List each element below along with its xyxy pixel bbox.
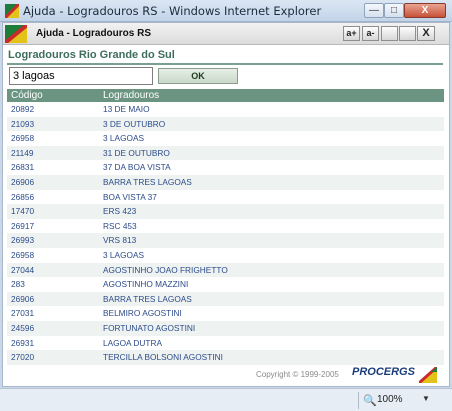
ok-button[interactable]: OK [158,68,238,84]
app-title: Ajuda - Logradouros RS [36,28,151,39]
results-table: Código Logradouros 20892 13 DE MAIO 21093 3… [7,89,444,365]
blank-button[interactable] [399,26,416,41]
codigo-cell: 283 [11,279,25,290]
table-row[interactable]: 26931 LAGOA DUTRA [7,336,444,351]
codigo-cell: 26856 [11,191,35,202]
chevron-down-icon[interactable]: ▼ [422,394,430,403]
logradouro-cell: BOA VISTA 37 [103,191,157,202]
logradouro-cell: 13 DE MAIO [103,104,150,114]
table-row[interactable]: 26917 RSC 453 [7,219,444,234]
font-decrease-button[interactable]: a- [362,26,379,41]
table-row[interactable]: 26993 VRS 813 [7,233,444,248]
table-row[interactable]: 26958 3 LAGOAS [7,248,444,263]
logradouro-cell: AGOSTINHO MAZZINI [103,279,189,290]
codigo-cell: 20892 [11,104,35,114]
minimize-button[interactable]: — [364,3,384,18]
table-body: 20892 13 DE MAIO 21093 3 DE OUTUBRO 26958 3 L… [7,102,444,365]
table-row[interactable]: 27031 BELMIRO AGOSTINI [7,306,444,321]
table-row[interactable]: 26958 3 LAGOAS [7,131,444,146]
copyright-text: Copyright © 1999-2005 [256,370,339,379]
codigo-cell: 26917 [11,220,35,231]
zoom-level[interactable]: 100% [377,394,403,405]
window-title: Ajuda - Logradouros RS - Windows Interne… [23,4,322,18]
logradouro-cell: 3 LAGOAS [103,249,145,260]
codigo-cell: 26906 [11,176,35,187]
procergs-logo: PROCERGS [352,366,415,378]
logradouro-cell: AGOSTINHO JOAO FRIGHETTO [103,264,228,275]
column-header-logradouros: Logradouros [103,90,160,101]
codigo-cell: 21093 [11,118,35,129]
codigo-cell: 26906 [11,293,35,304]
logradouro-cell: BELMIRO AGOSTINI [103,308,182,319]
table-row[interactable]: 26856 BOA VISTA 37 [7,190,444,205]
codigo-cell: 24596 [11,322,35,333]
app-header: Ajuda - Logradouros RS a+ a- X [3,23,449,45]
title-divider [7,63,443,65]
window-close-button[interactable]: X [404,3,446,18]
codigo-cell: 26958 [11,133,35,144]
logradouro-cell: 3 DE OUTUBRO [103,118,166,129]
search-input[interactable] [9,67,153,85]
maximize-button[interactable]: □ [384,3,404,18]
codigo-cell: 26831 [11,162,35,173]
table-row[interactable]: 24596 FORTUNATO AGOSTINI [7,320,444,336]
table-row[interactable]: 26906 BARRA TRES LAGOAS [7,291,444,307]
logradouro-cell: BARRA TRES LAGOAS [103,293,192,304]
page-title: Logradouros Rio Grande do Sul [8,49,175,61]
app-flag-icon [5,4,19,18]
table-row[interactable]: 17470 ERS 423 [7,204,444,219]
codigo-cell: 21149 [11,147,34,158]
table-row[interactable]: 27044 AGOSTINHO JOAO FRIGHETTO [7,262,444,278]
logradouro-cell: 31 DE OUTUBRO [103,147,170,158]
window-titlebar: Ajuda - Logradouros RS - Windows Interne… [0,0,452,22]
blank-button[interactable] [381,26,398,41]
logradouro-cell: 37 DA BOA VISTA [103,162,171,173]
table-row[interactable]: 26906 BARRA TRES LAGOAS [7,174,444,190]
codigo-cell: 26958 [11,249,35,260]
table-header: Código Logradouros [7,89,444,102]
logradouro-cell: BARRA TRES LAGOAS [103,176,192,187]
table-row[interactable]: 21149 31 DE OUTUBRO [7,145,444,161]
logradouro-cell: RSC 453 [103,220,137,231]
column-header-codigo: Código [11,90,43,101]
close-button[interactable]: X [417,26,435,41]
zoom-icon: 🔍 [363,395,377,407]
status-divider [358,392,359,409]
rs-flag-icon [419,367,437,383]
table-row[interactable]: 26831 37 DA BOA VISTA [7,160,444,175]
logradouro-cell: FORTUNATO AGOSTINI [103,322,196,333]
codigo-cell: 17470 [11,206,35,217]
page-content: Ajuda - Logradouros RS a+ a- X Logradour… [2,22,450,387]
table-row[interactable]: 21093 3 DE OUTUBRO [7,116,444,132]
logradouro-cell: 3 LAGOAS [103,133,145,144]
codigo-cell: 26931 [11,337,35,348]
codigo-cell: 26993 [11,235,35,246]
table-row[interactable]: 20892 13 DE MAIO [7,102,444,117]
logradouro-cell: VRS 813 [103,235,137,246]
rs-flag-icon [5,25,27,43]
table-row[interactable]: 283 AGOSTINHO MAZZINI [7,277,444,292]
logradouro-cell: LAGOA DUTRA [103,337,163,348]
status-bar: 🔍 100% ▼ [0,388,452,411]
font-increase-button[interactable]: a+ [343,26,360,41]
footer: Copyright © 1999-2005 PROCERGS [3,363,449,387]
codigo-cell: 27044 [11,264,35,275]
codigo-cell: 27031 [11,308,35,319]
logradouro-cell: ERS 423 [103,206,137,217]
